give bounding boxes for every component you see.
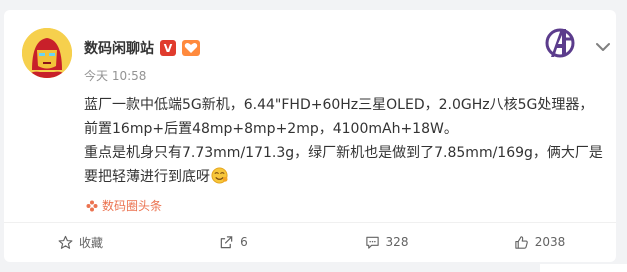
favorite-label: 收藏: [78, 235, 103, 250]
source-label: 数码圈头条: [102, 199, 163, 213]
comment-button[interactable]: 328: [310, 223, 463, 261]
content-line: 要把轻薄进行到底呀: [84, 169, 210, 185]
star-icon: [58, 235, 73, 249]
content-line: 前置16mp+后置48mp+8mp+2mp，4100mAh+18W。: [84, 121, 458, 137]
like-count: 2038: [534, 235, 566, 249]
post-time[interactable]: 今天 10:58: [84, 67, 146, 84]
repost-count: 6: [240, 235, 248, 249]
repost-icon: [220, 235, 233, 248]
smirk-emoji-icon: [211, 167, 228, 184]
avengers-logo-icon: [545, 28, 575, 58]
chevron-down-icon[interactable]: [596, 42, 610, 52]
weibo-post-card: 数码闲聊站 V 今天 10:58 蓝厂一款中低端5G新机，6.44"FHD+60…: [4, 10, 616, 262]
fan-badge-icon: [182, 40, 200, 56]
action-bar: 收藏 6 328 2038: [4, 223, 616, 261]
flower-icon: [86, 200, 98, 211]
iron-man-avatar: [22, 28, 72, 78]
comment-icon: [365, 236, 379, 249]
content-line-with-emoji: 要把轻薄进行到底呀: [84, 165, 606, 189]
next-card-edge: [540, 264, 627, 272]
like-button[interactable]: 2038: [463, 223, 616, 261]
source-link[interactable]: 数码圈头条: [86, 197, 162, 214]
user-info-row: 数码闲聊站 V: [84, 38, 200, 58]
repost-button[interactable]: 6: [157, 223, 310, 261]
thumbs-up-icon: [515, 235, 528, 249]
favorite-button[interactable]: 收藏: [4, 223, 157, 261]
content-line: 重点是机身只有7.73mm/171.3g，绿厂新机也是做到了7.85mm/169…: [84, 145, 603, 161]
avatar[interactable]: [22, 28, 72, 78]
vip-badge: V: [160, 40, 176, 56]
username[interactable]: 数码闲聊站: [84, 38, 154, 58]
comment-count: 328: [385, 235, 409, 249]
post-content: 蓝厂一款中低端5G新机，6.44"FHD+60Hz三星OLED，2.0GHz八核…: [84, 93, 606, 189]
content-line: 蓝厂一款中低端5G新机，6.44"FHD+60Hz三星OLED，2.0GHz八核…: [84, 97, 594, 113]
